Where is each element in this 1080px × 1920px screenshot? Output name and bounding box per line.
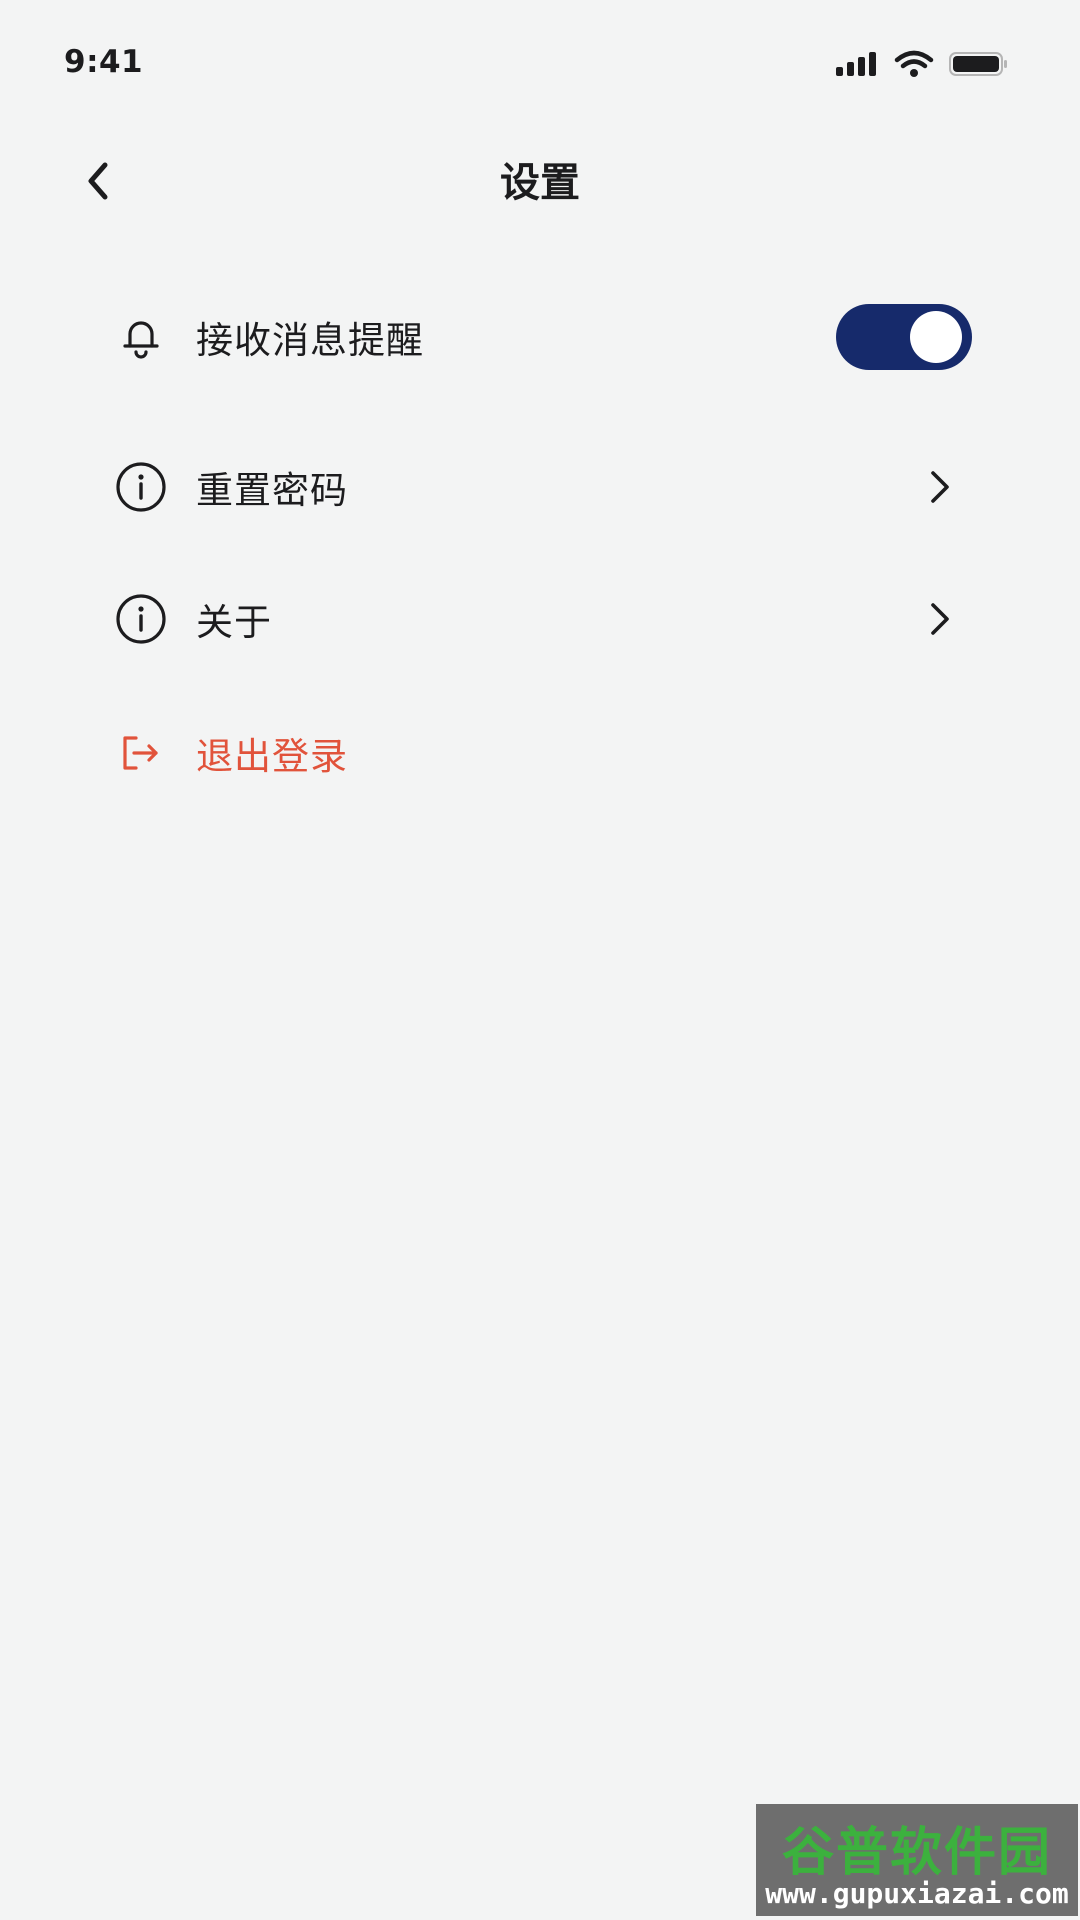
status-icons	[834, 50, 1010, 78]
logout-button[interactable]: 退出登录	[108, 708, 972, 798]
battery-icon	[949, 52, 1007, 76]
about-row[interactable]: 关于	[108, 574, 972, 664]
watermark-url: www.gupuxiazai.com	[765, 1877, 1069, 1910]
bell-icon	[108, 304, 174, 370]
logout-icon	[108, 720, 174, 786]
chevron-right-icon	[916, 463, 964, 511]
watermark-logo: 谷普软件园 www.gupuxiazai.com	[756, 1804, 1078, 1916]
notifications-toggle[interactable]	[836, 304, 972, 370]
logout-label: 退出登录	[196, 735, 348, 778]
about-label: 关于	[196, 601, 272, 644]
status-time: 9:41	[64, 44, 144, 80]
toggle-knob	[910, 311, 962, 363]
page-title: 设置	[500, 160, 580, 206]
watermark-title: 谷普软件园	[781, 1823, 1052, 1883]
info-icon	[108, 586, 174, 652]
reset-password-label: 重置密码	[196, 469, 348, 512]
reset-password-row[interactable]: 重置密码	[108, 442, 972, 532]
nav-bar: 设置	[0, 130, 1080, 230]
notifications-label: 接收消息提醒	[196, 319, 424, 362]
wifi-icon	[894, 50, 934, 77]
info-icon	[108, 454, 174, 520]
cellular-signal-icon	[836, 52, 876, 76]
status-bar: 9:41	[0, 0, 1080, 130]
notifications-row: 接收消息提醒	[108, 292, 972, 382]
chevron-right-icon	[916, 595, 964, 643]
